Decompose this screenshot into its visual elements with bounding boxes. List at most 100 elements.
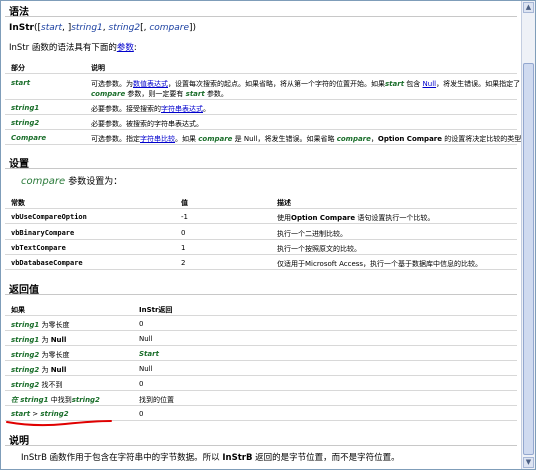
divider: [5, 294, 517, 295]
desc-text: 。: [203, 105, 210, 113]
return-value: 找到的位置: [139, 396, 174, 404]
return-condition: string2 为 Null: [11, 365, 66, 375]
func-name: InStr: [9, 23, 34, 33]
cond-text: 为零长度: [41, 351, 70, 359]
row-divider: [5, 390, 517, 391]
row-divider: [5, 99, 517, 100]
cond-param: string2: [11, 366, 40, 374]
return-value: Null: [139, 365, 153, 373]
return-value: Null: [139, 335, 153, 343]
const-value: -1: [181, 213, 188, 221]
return-condition: string1 为 Null: [11, 335, 66, 345]
return-value: 0: [139, 320, 144, 328]
param-row-string1: string1: [11, 104, 40, 112]
scrollbar-thumb[interactable]: [523, 63, 534, 455]
desc-bold: Option Compare: [377, 135, 442, 143]
const-desc: 执行一个二进制比较。: [277, 230, 347, 238]
sig-punct: [,: [140, 23, 150, 33]
return-value: 0: [139, 380, 144, 388]
remarks-text: InStrB 函数作用于包含在字符串中的字节数据。所以 InStrB 返回的是字…: [21, 451, 400, 463]
cond-bold: Null: [50, 366, 67, 374]
row-divider: [5, 360, 517, 361]
desc-text: 可选参数。指定: [91, 135, 140, 143]
desc-param: start: [385, 80, 405, 88]
row-divider: [5, 129, 517, 130]
desc-param: compare: [336, 135, 371, 143]
settings-intro-text: 参数设置为：: [68, 177, 123, 187]
col-header-constant: 常数: [11, 199, 25, 207]
cond-text: 找不到: [41, 381, 63, 389]
row-divider: [5, 375, 517, 376]
param-row-compare: Compare: [11, 134, 47, 142]
sig-punct: ]): [189, 23, 197, 33]
desc-text: 必要参数。接受搜索的: [91, 105, 161, 113]
cond-param: string2: [71, 396, 100, 404]
return-condition: 在 string1 中找到string2: [11, 395, 100, 405]
red-underline-annotation: [6, 420, 112, 427]
divider: [5, 16, 517, 17]
cond-param: string1: [11, 336, 40, 344]
scroll-up-arrow-icon[interactable]: ▲: [523, 2, 534, 13]
compare-param: compare: [21, 176, 66, 187]
string-expression-link[interactable]: 字符串表达式: [161, 105, 203, 113]
row-divider: [5, 223, 517, 224]
syntax-intro: InStr 函数的语法具有下面的参数:: [9, 41, 137, 53]
col-header-desc: 说明: [91, 64, 105, 72]
row-divider: [5, 73, 517, 74]
divider: [5, 168, 517, 169]
col-header-returns: InStr返回: [139, 306, 173, 314]
desc-text: 是 Null，将发生错误。如果省略: [234, 135, 335, 143]
help-content: 语法 InStr([start, ]string1, string2[, com…: [1, 1, 522, 469]
intro-text: InStr 函数的语法具有下面的: [9, 43, 117, 53]
col-header-if: 如果: [11, 306, 25, 314]
const-name: vbDatabaseCompare: [11, 259, 83, 267]
param-compare: compare: [149, 23, 189, 33]
settings-intro: compare 参数设置为：: [21, 174, 122, 187]
row-divider: [5, 239, 517, 240]
desc-text: 参数，则一定要有: [127, 90, 184, 98]
desc-text: 。如果: [175, 135, 196, 143]
return-condition: string1 为零长度: [11, 320, 69, 330]
row-divider: [5, 405, 517, 406]
cond-param: string1: [11, 321, 40, 329]
row-divider: [5, 254, 517, 255]
numeric-expression-link[interactable]: 数值表达式: [133, 80, 168, 88]
param-desc-string1: 必要参数。接受搜索的字符串表达式。: [91, 104, 210, 114]
cond-bold: Null: [50, 336, 67, 344]
param-desc-start: 可选参数。为数值表达式，设置每次搜索的起点。如果省略，将从第一个字符的位置开始。…: [91, 79, 520, 89]
col-header-description: 描述: [277, 199, 291, 207]
row-divider: [5, 114, 517, 115]
cond-param: string2: [11, 381, 40, 389]
help-window: 语法 InStr([start, ]string1, string2[, com…: [0, 0, 536, 470]
const-name: vbTextCompare: [11, 244, 66, 252]
row-divider: [5, 144, 517, 145]
params-link[interactable]: 参数: [117, 43, 134, 53]
return-value: Start: [139, 350, 159, 358]
string-comparison-link[interactable]: 字符串比较: [140, 135, 175, 143]
param-string2: string2: [108, 23, 141, 33]
param-string1: string1: [71, 23, 103, 33]
desc-param: compare: [91, 90, 126, 98]
const-value: 0: [181, 229, 186, 237]
param-desc-compare: 可选参数。指定字符串比较。如果 compare 是 Null，将发生错误。如果省…: [91, 134, 522, 144]
param-desc-string2: 必要参数。被搜索的字符串表达式。: [91, 120, 203, 128]
col-header-part: 部分: [11, 64, 25, 72]
vertical-scrollbar[interactable]: ▲ ▼: [521, 1, 535, 469]
const-desc: 执行一个按照原文的比较。: [277, 245, 361, 253]
divider: [5, 445, 517, 446]
desc-param: start: [185, 90, 205, 98]
desc-text: 包含: [406, 80, 421, 88]
row-divider: [5, 315, 517, 316]
desc-text: ，: [370, 135, 378, 143]
param-start: start: [41, 23, 62, 33]
scroll-down-arrow-icon[interactable]: ▼: [523, 457, 534, 468]
intro-suffix: :: [133, 43, 137, 53]
row-divider: [5, 208, 517, 209]
row-divider: [5, 330, 517, 331]
null-link[interactable]: Null: [423, 80, 437, 88]
syntax-signature: InStr([start, ]string1, string2[, compar…: [9, 23, 196, 33]
remarks-body: InStrB 函数作用于包含在字符串中的字节数据。所以: [21, 453, 220, 463]
cond-text: 为: [41, 366, 49, 374]
col-header-value: 值: [181, 199, 188, 207]
desc-text: ，设置每次搜索的起点。如果省略，将从第一个字符的位置开始。如果: [168, 80, 385, 88]
